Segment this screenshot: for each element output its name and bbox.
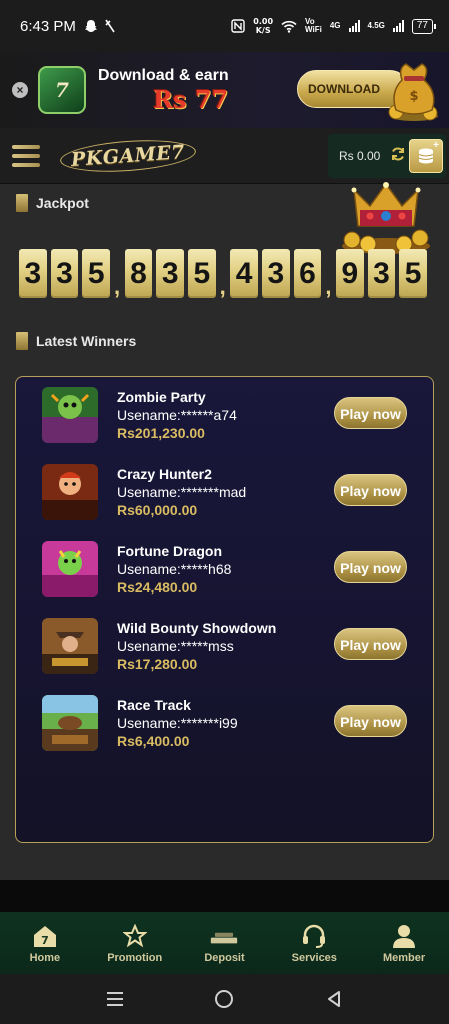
nav-services[interactable]: Services: [269, 912, 359, 974]
status-time: 6:43 PM: [20, 17, 76, 35]
game-thumbnail[interactable]: [42, 464, 98, 520]
winner-username: Usename:*******mad: [117, 484, 247, 500]
winner-username: Usename:*******i99: [117, 715, 238, 731]
winner-username: Usename:*****h68: [117, 561, 232, 577]
home-icon: 7: [31, 923, 59, 949]
jackpot-digit: 8: [124, 249, 153, 298]
jackpot-separator: ,: [325, 274, 332, 299]
jackpot-title: Jackpot: [16, 194, 89, 212]
svg-text:$: $: [409, 89, 418, 104]
jackpot-digit: 3: [19, 249, 47, 298]
jackpot-digit: 3: [156, 249, 184, 298]
back-icon[interactable]: [322, 987, 346, 1011]
game-name: Wild Bounty Showdown: [117, 620, 277, 636]
wifi-icon: [281, 20, 297, 33]
status-bar: 6:43 PM 0.00 K/S Vo WiFi 4G 4.5G 77: [0, 0, 449, 52]
nav-promotion[interactable]: Promotion: [90, 912, 180, 974]
download-title: Download & earn: [98, 66, 229, 84]
nav-member[interactable]: Member: [359, 912, 449, 974]
winner-amount: Rs17,280.00: [117, 656, 198, 672]
brand-logo[interactable]: PKGAME7: [59, 135, 197, 176]
jackpot-digit: 9: [335, 249, 364, 298]
latest-winners-title: Latest Winners: [16, 332, 136, 350]
battery-icon: 77: [411, 18, 437, 34]
jackpot-separator: ,: [219, 274, 226, 299]
signal-icon: [348, 20, 360, 32]
wallet-deposit-button[interactable]: +: [409, 139, 443, 173]
app-logo: 7: [38, 66, 86, 114]
winner-username: Usename:******a74: [117, 407, 237, 423]
game-name: Zombie Party: [117, 389, 206, 405]
star-icon: [121, 923, 149, 949]
play-now-button[interactable]: Play now: [334, 551, 407, 583]
crown-treasure-icon: [342, 182, 430, 254]
winner-amount: Rs201,230.00: [117, 425, 205, 441]
winner-row: Wild Bounty Showdown Usename:*****mss Rs…: [16, 618, 435, 678]
vowifi-label: Vo WiFi: [305, 17, 322, 34]
winners-panel: Zombie Party Usename:******a74 Rs201,230…: [15, 376, 434, 843]
jackpot-digit: 4: [230, 249, 258, 298]
jackpot-digit: 3: [50, 249, 79, 298]
game-name: Race Track: [117, 697, 191, 713]
jackpot-digit: 5: [82, 249, 111, 298]
money-bag-icon: $: [388, 63, 438, 121]
game-thumbnail[interactable]: [42, 387, 98, 443]
person-icon: [390, 923, 418, 949]
plus-icon: +: [433, 140, 439, 151]
play-now-button[interactable]: Play now: [334, 705, 407, 737]
balance-box: Rs 0.00 +: [328, 134, 446, 178]
game-thumbnail[interactable]: [42, 618, 98, 674]
winner-amount: Rs60,000.00: [117, 502, 198, 518]
winner-row: Zombie Party Usename:******a74 Rs201,230…: [16, 387, 435, 447]
bottom-nav: 7 Home Promotion Deposit Services Member: [0, 912, 449, 974]
close-icon[interactable]: ×: [12, 82, 28, 98]
menu-icon[interactable]: [12, 144, 40, 167]
signal-icon-2: [392, 20, 404, 32]
nfc-icon: [231, 19, 245, 33]
home-circle-icon[interactable]: [212, 987, 236, 1011]
headset-icon: [300, 923, 328, 949]
play-now-button[interactable]: Play now: [334, 474, 407, 506]
balance-amount: Rs 0.00: [339, 149, 381, 163]
download-banner: × 7 Download & earn Rs 77 DOWNLOAD $: [0, 52, 449, 128]
game-name: Crazy Hunter2: [117, 466, 212, 482]
jackpot-digit: 5: [188, 249, 216, 298]
download-amount: Rs 77: [153, 84, 229, 114]
game-thumbnail[interactable]: [42, 695, 98, 751]
system-nav-bar: [0, 974, 449, 1024]
network-type-2: 4.5G: [367, 21, 385, 30]
nav-deposit[interactable]: Deposit: [180, 912, 270, 974]
recent-apps-icon[interactable]: [103, 987, 127, 1011]
winner-username: Usename:*****mss: [117, 638, 234, 654]
winner-row: Fortune Dragon Usename:*****h68 Rs24,480…: [16, 541, 435, 601]
svg-text:7: 7: [41, 934, 49, 947]
jackpot-digit: 6: [293, 249, 322, 298]
winner-row: Crazy Hunter2 Usename:*******mad Rs60,00…: [16, 464, 435, 524]
winner-amount: Rs6,400.00: [117, 733, 190, 749]
snapchat-icon: [84, 20, 97, 32]
jackpot-counter: 335,835,436,935: [19, 248, 431, 298]
header: PKGAME7 Rs 0.00 +: [0, 128, 449, 184]
net-speed: 0.00 K/S: [253, 17, 274, 35]
network-type-1: 4G: [329, 21, 341, 30]
game-thumbnail[interactable]: [42, 541, 98, 597]
jackpot-digit: 5: [399, 249, 427, 298]
play-now-button[interactable]: Play now: [334, 397, 407, 429]
jackpot-digit: 3: [261, 249, 290, 298]
jackpot-digit: 3: [367, 249, 396, 298]
winner-row: Race Track Usename:*******i99 Rs6,400.00…: [16, 695, 435, 755]
winner-amount: Rs24,480.00: [117, 579, 198, 595]
play-now-button[interactable]: Play now: [334, 628, 407, 660]
jackpot-separator: ,: [114, 274, 121, 299]
nav-home[interactable]: 7 Home: [0, 912, 90, 974]
game-name: Fortune Dragon: [117, 543, 222, 559]
refresh-icon[interactable]: [390, 146, 406, 167]
deposit-icon: [210, 923, 238, 949]
signal-slash-icon: [105, 19, 115, 33]
